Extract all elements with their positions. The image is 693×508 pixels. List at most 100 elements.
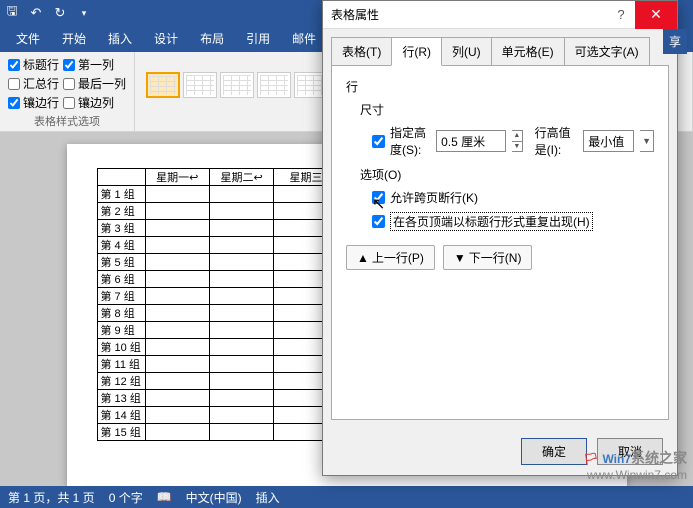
status-insert[interactable]: 插入	[256, 489, 280, 506]
table-cell[interactable]	[145, 237, 209, 254]
table-style-thumb[interactable]	[146, 72, 180, 98]
row-header[interactable]: 第 13 组	[97, 390, 145, 407]
table-cell[interactable]	[209, 407, 273, 424]
table-cell[interactable]	[145, 203, 209, 220]
row-header[interactable]: 第 6 组	[97, 271, 145, 288]
table-cell[interactable]	[145, 373, 209, 390]
row-header[interactable]: 第 9 组	[97, 322, 145, 339]
tab-insert[interactable]: 插入	[98, 25, 142, 52]
tab-mailings[interactable]: 邮件	[282, 25, 326, 52]
table-cell[interactable]	[209, 322, 273, 339]
table-header-cell[interactable]	[97, 169, 145, 186]
table-cell[interactable]	[145, 339, 209, 356]
help-icon[interactable]: ?	[607, 7, 635, 22]
dialog-titlebar: 表格属性 ? ✕	[323, 1, 677, 29]
table-cell[interactable]	[145, 356, 209, 373]
table-header-cell[interactable]: 星期二↩	[209, 169, 273, 186]
row-header[interactable]: 第 4 组	[97, 237, 145, 254]
table-cell[interactable]	[145, 390, 209, 407]
table-cell[interactable]	[145, 220, 209, 237]
chevron-up-icon: ▲	[357, 251, 369, 265]
status-proofing-icon[interactable]: 📖	[157, 490, 172, 504]
row-header[interactable]: 第 5 组	[97, 254, 145, 271]
height-type-select[interactable]: 最小值	[583, 130, 634, 152]
row-header[interactable]: 第 10 组	[97, 339, 145, 356]
chk-banded-col[interactable]: 镶边列	[63, 94, 114, 111]
dialog-tabs: 表格(T) 行(R) 列(U) 单元格(E) 可选文字(A)	[323, 29, 677, 65]
row-header[interactable]: 第 15 组	[97, 424, 145, 441]
chk-total-row[interactable]: 汇总行	[8, 75, 59, 92]
height-spinner[interactable]: ▲▼	[512, 130, 523, 152]
row-header[interactable]: 第 1 组	[97, 186, 145, 203]
row-header[interactable]: 第 3 组	[97, 220, 145, 237]
table-cell[interactable]	[209, 203, 273, 220]
chk-first-col[interactable]: 第一列	[63, 56, 114, 73]
ok-button[interactable]: 确定	[521, 438, 587, 465]
table-cell[interactable]	[145, 424, 209, 441]
dlg-tab-cell[interactable]: 单元格(E)	[491, 37, 565, 65]
tab-references[interactable]: 引用	[236, 25, 280, 52]
row-header[interactable]: 第 12 组	[97, 373, 145, 390]
status-page[interactable]: 第 1 页，共 1 页	[8, 489, 95, 506]
tab-home[interactable]: 开始	[52, 25, 96, 52]
table-cell[interactable]	[209, 186, 273, 203]
table-cell[interactable]	[209, 373, 273, 390]
chk-repeat-header[interactable]: 在各页顶端以标题行形式重复出现(H)	[372, 212, 654, 231]
dlg-tab-alt[interactable]: 可选文字(A)	[564, 37, 650, 65]
table-cell[interactable]	[145, 254, 209, 271]
undo-icon[interactable]: ↶	[28, 5, 44, 21]
group-table-style-options: 标题行 第一列 汇总行 最后一列 镶边行 镶边列 表格样式选项	[0, 52, 135, 131]
group-label-opts: 表格样式选项	[8, 113, 126, 129]
section-options: 选项(O)	[360, 166, 654, 183]
row-header[interactable]: 第 7 组	[97, 288, 145, 305]
status-lang[interactable]: 中文(中国)	[186, 489, 242, 506]
chk-banded-row[interactable]: 镶边行	[8, 94, 59, 111]
table-cell[interactable]	[145, 407, 209, 424]
table-header-cell[interactable]: 星期一↩	[145, 169, 209, 186]
chk-last-col[interactable]: 最后一列	[63, 75, 126, 92]
table-cell[interactable]	[209, 390, 273, 407]
extra-tab[interactable]: 享	[663, 29, 687, 54]
next-row-button[interactable]: ▼下一行(N)	[443, 245, 533, 270]
dlg-tab-col[interactable]: 列(U)	[441, 37, 492, 65]
tab-layout[interactable]: 布局	[190, 25, 234, 52]
tab-file[interactable]: 文件	[6, 25, 50, 52]
close-icon[interactable]: ✕	[635, 1, 677, 29]
table-cell[interactable]	[209, 237, 273, 254]
prev-row-button[interactable]: ▲上一行(P)	[346, 245, 435, 270]
save-icon[interactable]: 🖫	[4, 5, 20, 21]
table-cell[interactable]	[209, 254, 273, 271]
redo-icon[interactable]: ↻	[52, 5, 68, 21]
dlg-tab-table[interactable]: 表格(T)	[331, 37, 392, 65]
table-style-thumb[interactable]	[257, 72, 291, 98]
row-header[interactable]: 第 2 组	[97, 203, 145, 220]
table-cell[interactable]	[209, 305, 273, 322]
table-cell[interactable]	[145, 288, 209, 305]
qat-customize-icon[interactable]: ▾	[76, 5, 92, 21]
table-style-thumb[interactable]	[183, 72, 217, 98]
table-style-thumb[interactable]	[220, 72, 254, 98]
table-cell[interactable]	[145, 305, 209, 322]
dlg-tab-row[interactable]: 行(R)	[391, 37, 442, 66]
table-cell[interactable]	[145, 186, 209, 203]
table-cell[interactable]	[209, 339, 273, 356]
table-cell[interactable]	[209, 271, 273, 288]
table-cell[interactable]	[209, 356, 273, 373]
table-cell[interactable]	[209, 288, 273, 305]
quick-access-toolbar: 🖫 ↶ ↻ ▾	[4, 5, 92, 21]
status-words[interactable]: 0 个字	[109, 489, 143, 506]
height-type-label: 行高值是(I):	[535, 124, 578, 158]
chk-specify-height[interactable]: 指定高度(S):	[372, 124, 430, 158]
table-cell[interactable]	[209, 424, 273, 441]
row-header[interactable]: 第 8 组	[97, 305, 145, 322]
chk-header-row[interactable]: 标题行	[8, 56, 59, 73]
chevron-down-icon[interactable]: ▼	[640, 130, 654, 152]
height-input[interactable]	[436, 130, 506, 152]
tab-design[interactable]: 设计	[144, 25, 188, 52]
table-cell[interactable]	[145, 271, 209, 288]
row-header[interactable]: 第 11 组	[97, 356, 145, 373]
table-cell[interactable]	[145, 322, 209, 339]
row-header[interactable]: 第 14 组	[97, 407, 145, 424]
table-cell[interactable]	[209, 220, 273, 237]
chk-allow-break[interactable]: 允许跨页断行(K)	[372, 189, 654, 206]
